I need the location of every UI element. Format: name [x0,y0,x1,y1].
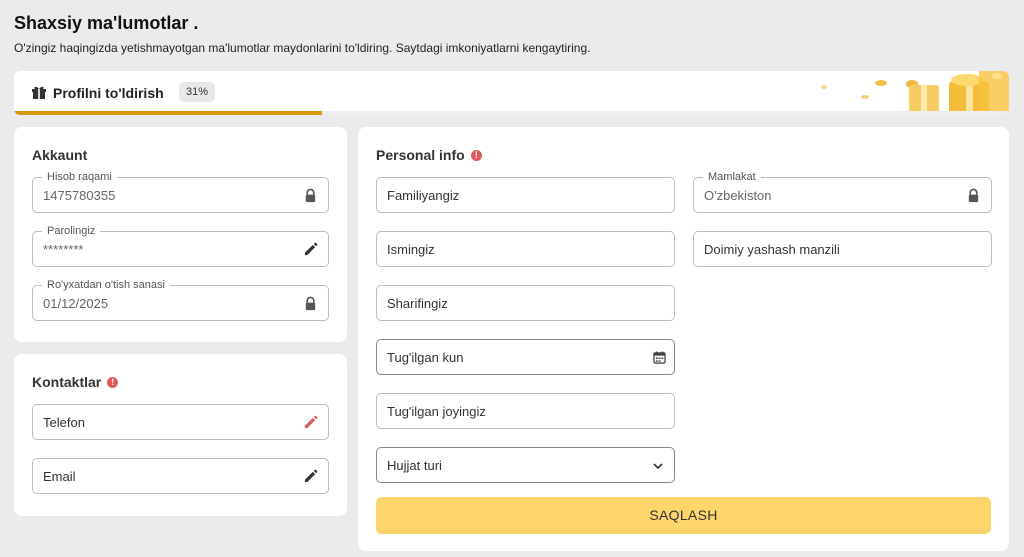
contacts-title: Kontaktlar! [32,374,119,390]
field-placeholder: Sharifingiz [387,296,448,311]
document-type-select[interactable]: Hujjat turi [376,447,675,483]
field-label: Hisob raqami [42,170,117,184]
field-placeholder: Hujjat turi [387,458,442,473]
save-button[interactable]: SAQLASH [376,497,991,534]
calendar-icon[interactable] [653,351,666,364]
progress-fill [14,111,323,115]
first-name-input[interactable]: Ismingiz [376,231,675,267]
birth-place-input[interactable]: Tug'ilgan joyingiz [376,393,675,429]
password-field[interactable]: Parolingiz ******** [32,224,329,267]
lock-icon [305,296,316,311]
email-field[interactable]: Email [32,458,329,494]
address-input[interactable]: Doimiy yashash manzili [693,231,992,267]
birth-date-input[interactable]: Tug'ilgan kun [376,339,675,375]
lock-icon [305,188,316,203]
pencil-icon[interactable] [303,415,318,430]
personal-info-card: Personal info! Familiyangiz Ismingiz Sha… [358,127,1009,551]
field-value: O'zbekiston [704,188,772,203]
field-placeholder: Tug'ilgan joyingiz [387,404,486,419]
phone-field[interactable]: Telefon [32,404,329,440]
field-placeholder: Tug'ilgan kun [387,350,464,365]
gift-decoration-image [821,71,1009,115]
account-title: Akkaunt [32,147,88,163]
page-title: Shaxsiy ma'lumotlar . [14,13,199,33]
field-label: Mamlakat [703,170,761,184]
field-value: 1475780355 [43,188,116,203]
field-label: Parolingiz [42,224,101,238]
field-placeholder: Ismingiz [387,242,435,257]
contacts-title-text: Kontaktlar [32,374,102,390]
patronymic-input[interactable]: Sharifingiz [376,285,675,321]
surname-input[interactable]: Familiyangiz [376,177,675,213]
contacts-card: Kontaktlar! Telefon Email [14,354,347,516]
progress-label: Profilni to'ldirish [53,85,164,101]
field-placeholder: Telefon [43,415,85,430]
profile-progress-card: Profilni to'ldirish 31% [14,71,1009,115]
chevron-down-icon [653,463,663,470]
field-placeholder: Familiyangiz [387,188,460,203]
pencil-icon[interactable] [303,242,318,257]
account-card: Akkaunt Hisob raqami 1475780355 Paroling… [14,127,347,342]
field-placeholder: Email [43,469,76,484]
field-value: 01/12/2025 [43,296,109,311]
gift-icon [32,86,46,99]
personal-info-title: Personal info! [376,147,482,163]
field-value: ******** [43,242,84,257]
country-field: Mamlakat O'zbekiston [693,170,992,213]
field-label: Ro'yxatdan o'tish sanasi [42,278,170,292]
field-placeholder: Doimiy yashash manzili [704,242,840,257]
pencil-icon[interactable] [303,469,318,484]
personal-info-title-text: Personal info [376,147,465,163]
page-subtitle: O'zingiz haqingizda yetishmayotgan ma'lu… [14,41,591,55]
registration-date-field: Ro'yxatdan o'tish sanasi 01/12/2025 [32,278,329,321]
info-icon: ! [470,149,482,161]
account-number-field: Hisob raqami 1475780355 [32,170,329,213]
progress-percent-badge: 31% [179,82,216,102]
info-icon: ! [107,376,119,388]
lock-icon [968,188,979,203]
